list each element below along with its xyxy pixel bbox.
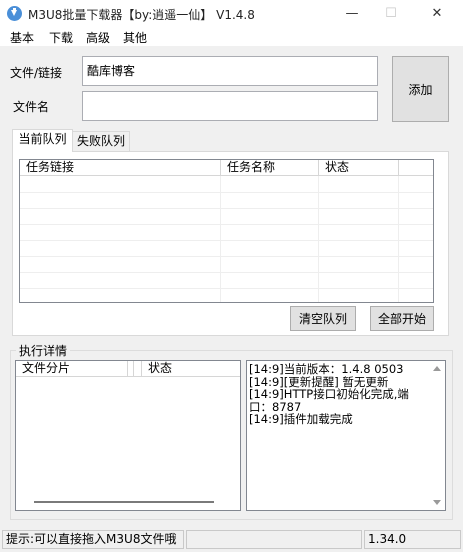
menu-download[interactable]: 下载 (49, 29, 73, 46)
menu-bar: 基本 下载 高级 其他 (0, 28, 463, 46)
log-output[interactable]: [14:9]当前版本：1.4.8 0503 [14:9][更新提醒] 暂无更新 … (246, 360, 446, 511)
scroll-up-icon[interactable] (433, 366, 441, 371)
column-separator (134, 361, 142, 377)
column-status[interactable]: 状态 (319, 160, 399, 176)
column-task-name[interactable]: 任务名称 (221, 160, 319, 176)
scroll-down-icon[interactable] (433, 500, 441, 505)
details-group-title: 执行详情 (16, 342, 71, 359)
clear-queue-button[interactable]: 清空队列 (290, 306, 356, 331)
menu-other[interactable]: 其他 (123, 29, 147, 46)
status-hint: 提示:可以直接拖入M3U8文件哦 (2, 530, 184, 549)
segment-list[interactable]: 文件分片 状态 (15, 360, 241, 511)
log-line: [14:9]HTTP接口初始化完成,端口：8787 (249, 387, 409, 414)
column-task-link[interactable]: 任务链接 (20, 160, 221, 176)
status-middle (186, 530, 362, 549)
tab-current-queue[interactable]: 当前队列 (12, 129, 73, 152)
task-list[interactable]: 任务链接 任务名称 状态 (19, 159, 434, 303)
column-file-segment[interactable]: 文件分片 (16, 361, 128, 377)
window-title: M3U8批量下载器【by:逍遥一仙】 V1.4.8 (28, 8, 255, 22)
menu-basic[interactable]: 基本 (10, 29, 34, 46)
file-name-field[interactable] (82, 91, 378, 121)
file-link-field[interactable] (82, 56, 378, 86)
status-version: 1.34.0 (364, 530, 461, 549)
tab-failed-queue[interactable]: 失败队列 (72, 131, 130, 152)
segment-hscroll-thumb[interactable] (34, 501, 214, 503)
segment-list-header: 文件分片 状态 (16, 361, 240, 377)
file-link-input[interactable] (87, 63, 373, 78)
log-line: [14:9]当前版本：1.4.8 0503 (249, 362, 404, 376)
file-link-label: 文件/链接 (10, 66, 63, 80)
download-app-icon (7, 6, 22, 21)
column-segment-status[interactable]: 状态 (142, 361, 240, 377)
task-list-header: 任务链接 任务名称 状态 (20, 160, 433, 176)
menu-advanced[interactable]: 高级 (86, 29, 110, 46)
start-all-button[interactable]: 全部开始 (370, 306, 434, 331)
title-bar: M3U8批量下载器【by:逍遥一仙】 V1.4.8 — ☐ ✕ (0, 0, 463, 28)
file-name-input[interactable] (87, 99, 373, 113)
add-button[interactable]: 添加 (392, 56, 449, 122)
maximize-button[interactable]: ☐ (369, 0, 413, 28)
close-button[interactable]: ✕ (415, 0, 459, 28)
log-line: [14:9]插件加载完成 (249, 412, 353, 426)
file-name-label: 文件名 (13, 100, 50, 114)
minimize-button[interactable]: — (330, 0, 374, 28)
